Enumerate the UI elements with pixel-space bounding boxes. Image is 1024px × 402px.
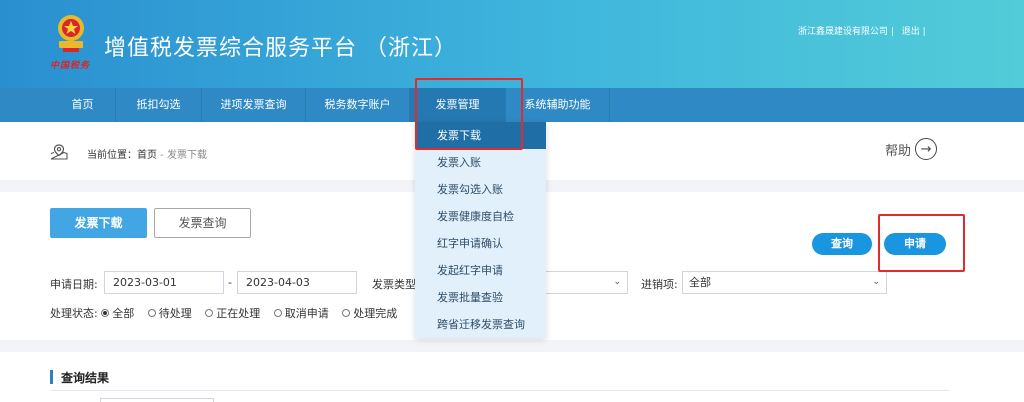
radio-unchecked-icon [273, 309, 282, 317]
status-option-label: 取消申请 [284, 307, 329, 320]
logout-link[interactable]: 退出 | [902, 27, 926, 37]
apply-button[interactable]: 申请 [884, 233, 946, 255]
search-button[interactable]: 查询 [812, 233, 872, 255]
tab-invoice-download[interactable]: 发票下载 [50, 208, 147, 238]
status-radio-all[interactable]: 全部 [101, 305, 134, 321]
tab-invoice-query[interactable]: 发票查询 [154, 208, 251, 238]
radio-checked-icon [101, 309, 110, 317]
nav-item-input-invoice-query[interactable]: 进项发票查询 [202, 88, 306, 122]
nav-item-digital-account[interactable]: 税务数字账户 [306, 88, 410, 122]
radio-unchecked-icon [147, 309, 156, 317]
status-radio-processing[interactable]: 正在处理 [205, 305, 260, 321]
direction-label: 进销项: [641, 278, 678, 291]
menu-item-red-invoice-confirm[interactable]: 红字申请确认 [415, 230, 546, 257]
menu-item-invoice-booking[interactable]: 发票入账 [415, 149, 546, 176]
tax-emblem-icon [58, 15, 84, 52]
results-filter-input[interactable] [100, 398, 214, 402]
nav-item-system-tools[interactable]: 系统辅助功能 [506, 88, 610, 122]
status-option-label: 正在处理 [216, 307, 261, 320]
menu-item-batch-verify[interactable]: 发票批量查验 [415, 284, 546, 311]
user-area: 浙江鑫晟建设有限公司 | 退出 | [798, 24, 931, 37]
date-to-input[interactable]: 2023-04-03 [237, 271, 357, 294]
results-title: 查询结果 [61, 371, 110, 385]
help-label: 帮助 [885, 143, 912, 159]
status-option-label: 处理完成 [353, 307, 398, 320]
chevron-down-icon: ⌄ [613, 277, 621, 287]
breadcrumb-current: 发票下载 [166, 150, 207, 161]
divider [50, 390, 950, 391]
invoice-type-select[interactable]: ⌄ [540, 271, 628, 294]
menu-item-invoice-select-booking[interactable]: 发票勾选入账 [415, 176, 546, 203]
invoice-type-label: 发票类型 [372, 278, 416, 291]
date-from-input[interactable]: 2023-03-01 [104, 271, 224, 294]
status-radio-completed[interactable]: 处理完成 [342, 305, 397, 321]
results-section: 查询结果 [0, 352, 1024, 402]
breadcrumb-separator: - [157, 150, 167, 161]
top-header: 中国税务 增值税发票综合服务平台 （浙江） 浙江鑫晟建设有限公司 | 退出 | [0, 0, 1024, 88]
app-title: 增值税发票综合服务平台 （浙江） [104, 36, 457, 61]
company-name: 浙江鑫晟建设有限公司 | [798, 27, 894, 37]
status-option-label: 待处理 [158, 307, 192, 320]
main-nav: 首页 抵扣勾选 进项发票查询 税务数字账户 发票管理 系统辅助功能 [0, 88, 1024, 122]
location-icon [50, 144, 68, 160]
status-radio-pending[interactable]: 待处理 [147, 305, 192, 321]
menu-item-red-invoice-request[interactable]: 发起红字申请 [415, 257, 546, 284]
breadcrumb-home[interactable]: 首页 [137, 150, 157, 161]
arrow-right-icon: → [915, 138, 938, 160]
help-link[interactable]: 帮助 → [885, 138, 938, 160]
apply-date-label: 申请日期: [50, 278, 98, 291]
menu-item-cross-province-query[interactable]: 跨省迁移发票查询 [415, 311, 546, 338]
status-row: 处理状态: 全部 待处理 正在处理 取消申请 处理完成 [50, 305, 407, 321]
direction-select[interactable]: 全部 ⌄ [682, 271, 887, 294]
nav-item-home[interactable]: 首页 [50, 88, 116, 122]
direction-value: 全部 [689, 276, 711, 289]
breadcrumb: 当前位置：首页 - 发票下载 [87, 146, 207, 161]
status-option-label: 全部 [112, 307, 135, 320]
menu-item-invoice-download[interactable]: 发票下载 [415, 122, 546, 149]
date-separator: - [228, 276, 232, 289]
emblem-caption: 中国税务 [50, 61, 91, 71]
nav-item-invoice-management[interactable]: 发票管理 [410, 88, 506, 122]
status-label: 处理状态: [50, 307, 98, 320]
radio-unchecked-icon [342, 309, 351, 317]
nav-item-deduction[interactable]: 抵扣勾选 [116, 88, 202, 122]
breadcrumb-prefix: 当前位置： [87, 150, 137, 161]
radio-unchecked-icon [205, 309, 214, 317]
menu-item-invoice-health-check[interactable]: 发票健康度自检 [415, 203, 546, 230]
status-radio-cancelled[interactable]: 取消申请 [273, 305, 329, 321]
invoice-management-dropdown: 发票下载 发票入账 发票勾选入账 发票健康度自检 红字申请确认 发起红字申请 发… [415, 122, 546, 338]
chevron-down-icon: ⌄ [872, 277, 880, 287]
section-marker [50, 370, 53, 384]
